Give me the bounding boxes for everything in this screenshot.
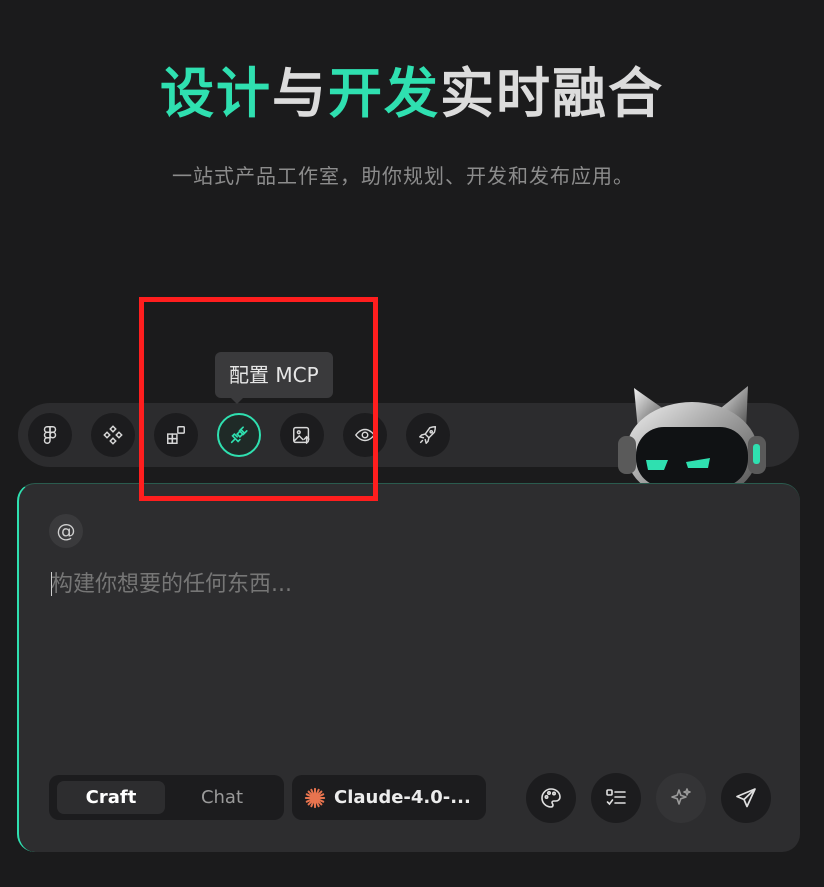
title-realtime: 实时融合 <box>440 62 664 125</box>
highlight-annotation-box <box>139 297 378 501</box>
mode-chat-tab[interactable]: Chat <box>168 781 276 814</box>
deploy-button[interactable] <box>406 413 450 457</box>
title-and: 与 <box>272 62 328 125</box>
mcp-tooltip: 配置 MCP <box>215 352 333 404</box>
plug-icon <box>230 426 248 444</box>
theme-button[interactable] <box>526 773 576 823</box>
image-upload-icon <box>293 426 310 444</box>
figma-button[interactable] <box>28 413 72 457</box>
claude-icon <box>304 787 326 808</box>
prompt-input[interactable] <box>51 566 751 602</box>
plan-button[interactable] <box>591 773 641 823</box>
blocks-button[interactable] <box>154 413 198 457</box>
send-button[interactable] <box>721 773 771 823</box>
rocket-icon <box>419 426 437 444</box>
mention-button[interactable]: @ <box>49 514 83 548</box>
palette-icon <box>541 788 561 808</box>
eye-icon <box>354 428 376 442</box>
mode-toggle: Craft Chat <box>49 775 284 820</box>
model-selector[interactable]: Claude-4.0-... <box>292 775 486 820</box>
components-button[interactable] <box>91 413 135 457</box>
title-develop: 开发 <box>328 62 440 125</box>
sparkle-icon <box>671 788 691 805</box>
send-icon <box>736 788 756 808</box>
image-upload-button[interactable] <box>280 413 324 457</box>
page-subtitle: 一站式产品工作室，助你规划、开发和发布应用。 <box>172 164 634 188</box>
components-icon <box>103 425 123 445</box>
page: 设计与开发实时融合 一站式产品工作室，助你规划、开发和发布应用。 配置 MCP … <box>0 0 824 887</box>
preview-button[interactable] <box>343 413 387 457</box>
configure-mcp-button[interactable] <box>217 413 261 457</box>
enhance-button[interactable] <box>656 773 706 823</box>
robot-cat-mascot <box>618 386 766 494</box>
mode-craft-tab[interactable]: Craft <box>57 781 165 814</box>
figma-icon <box>43 426 57 444</box>
blocks-icon <box>167 426 185 444</box>
title-design: 设计 <box>160 62 272 125</box>
model-label: Claude-4.0-... <box>334 787 471 808</box>
page-title: 设计与开发实时融合 <box>0 58 824 130</box>
prompt-composer: @ Craft Chat Claude-4.0-... <box>17 483 800 852</box>
checklist-icon <box>606 789 626 806</box>
